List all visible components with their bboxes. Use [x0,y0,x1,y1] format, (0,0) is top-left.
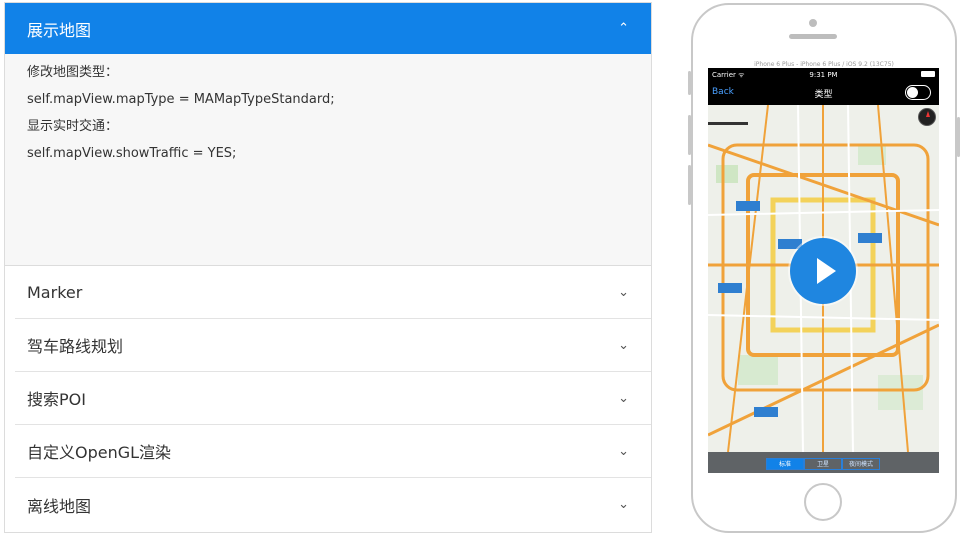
chevron-down-icon: ⌄ [618,390,629,406]
phone-mockup: Carrier ᯤ 9:31 PM Back 类型 标准 卫星 夜间模式 iPh… [688,3,960,533]
accordion-item-marker[interactable]: Marker ⌄ [15,266,651,319]
content-line: self.mapView.showTraffic = YES; [27,146,237,161]
chevron-down-icon: ⌄ [618,497,629,512]
accordion-item-label: 驾车路线规划 [27,337,124,356]
status-time: 9:31 PM [809,71,838,79]
content-line: 修改地图类型： [27,65,119,80]
camera-icon [809,19,817,27]
type-toggle[interactable] [905,85,931,100]
status-bar: Carrier ᯤ 9:31 PM [708,68,939,81]
compass-icon[interactable] [918,108,936,126]
volume-down-button [688,165,691,205]
battery-icon [921,71,935,77]
segment-standard[interactable]: 标准 [766,458,804,470]
accordion-header-show-map[interactable]: 展示地图 ⌃ [5,3,651,54]
chevron-down-icon: ⌄ [618,337,629,353]
home-button[interactable] [804,483,842,521]
accordion: 展示地图 ⌃ 修改地图类型： self.mapView.mapType = MA… [4,2,652,533]
accordion-title: 展示地图 [27,20,92,40]
segment-satellite[interactable]: 卫星 [804,458,842,470]
speaker-grille [789,34,837,39]
content-line: self.mapView.mapType = MAMapTypeStandard… [27,92,335,107]
accordion-item-search-poi[interactable]: 搜索POI ⌄ [15,372,651,425]
accordion-item-label: 离线地图 [27,496,92,516]
simulator-label: iPhone 6 Plus - iPhone 6 Plus / iOS 9.2 … [754,61,894,68]
nav-bar: Back 类型 [708,81,939,105]
chevron-down-icon: ⌄ [618,284,629,300]
mute-switch [688,71,691,95]
power-button [957,117,960,157]
accordion-content: 修改地图类型： self.mapView.mapType = MAMapType… [5,54,651,266]
accordion-item-offline-map[interactable]: 离线地图 ⌄ [15,478,651,531]
accordion-item-label: 自定义OpenGL渲染 [27,443,172,462]
volume-up-button [688,115,691,155]
map-view[interactable] [708,105,939,452]
accordion-item-label: 搜索POI [27,390,86,409]
map-type-segmented-control: 标准 卫星 夜间模式 [708,452,939,473]
accordion-item-opengl[interactable]: 自定义OpenGL渲染 ⌄ [15,425,651,478]
accordion-item-label: Marker [27,282,83,302]
play-icon[interactable] [790,238,856,304]
accordion-item-driving-route[interactable]: 驾车路线规划 ⌄ [15,319,651,372]
phone-screen: Carrier ᯤ 9:31 PM Back 类型 标准 卫星 夜间模式 [708,68,939,473]
toggle-knob [907,87,918,98]
chevron-up-icon: ⌃ [618,21,629,36]
segment-night[interactable]: 夜间模式 [842,458,880,470]
content-line: 显示实时交通： [27,119,119,134]
chevron-down-icon: ⌄ [618,443,629,459]
